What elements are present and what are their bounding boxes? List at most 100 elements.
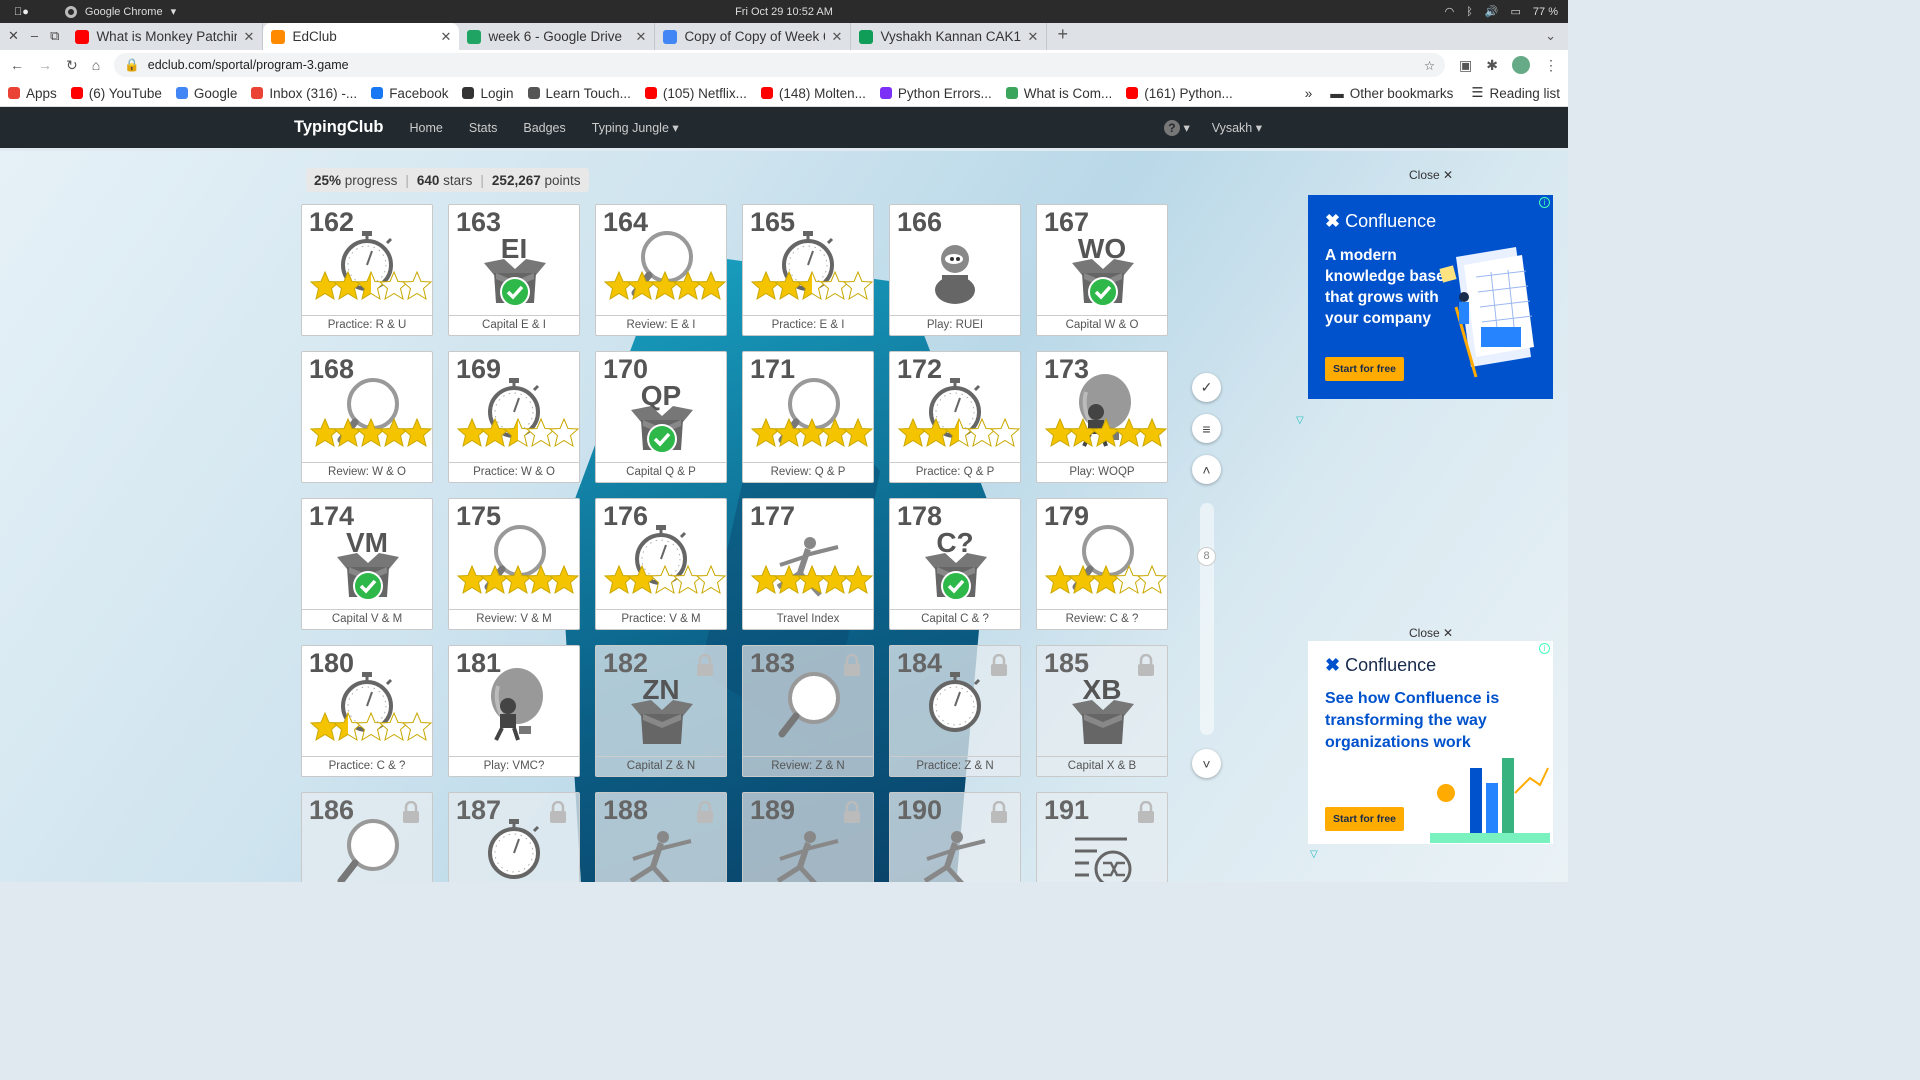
nav-home[interactable]: Home [410, 121, 443, 135]
lesson-card-play[interactable]: 166 Play: RUEI [889, 204, 1021, 336]
bookmark-item[interactable]: (105) Netflix... [644, 86, 747, 101]
lesson-card-review[interactable]: 175 Review: V & M [448, 498, 580, 630]
lesson-card-runner[interactable]: 190 [889, 792, 1021, 882]
scroll-up-button[interactable]: ˄ [1192, 455, 1221, 484]
close-tab-icon[interactable]: ✕ [441, 29, 452, 45]
extensions-puzzle-icon[interactable]: ✱ [1486, 57, 1498, 74]
ad-info-icon[interactable]: i [1539, 197, 1550, 208]
forward-icon[interactable]: → [38, 57, 52, 73]
home-icon[interactable]: ⌂ [92, 57, 100, 73]
lesson-card-practice[interactable]: 165 Practice: E & I [742, 204, 874, 336]
bookmark-item[interactable]: (161) Python... [1126, 86, 1233, 101]
minimize-icon[interactable]: – [31, 28, 38, 44]
bookmark-item[interactable]: Inbox (316) -... [251, 86, 357, 101]
browser-tab[interactable]: Copy of Copy of Week 6 ✕ [655, 23, 852, 50]
back-icon[interactable]: ← [10, 57, 24, 73]
lesson-card-review[interactable]: 179 Review: C & ? [1036, 498, 1168, 630]
close-tab-icon[interactable]: ✕ [832, 29, 843, 45]
lesson-card-review[interactable]: 186 [301, 792, 433, 882]
scroll-track[interactable] [1200, 503, 1214, 735]
apple-icon[interactable]: ● [14, 6, 29, 18]
nav-badges[interactable]: Badges [523, 121, 565, 135]
bookmark-item[interactable]: Google [175, 86, 237, 101]
ad-choices-icon[interactable]: ▽ [1296, 415, 1304, 426]
page-indicator[interactable]: 8 [1197, 547, 1216, 566]
bookmark-star-icon[interactable]: ☆ [1424, 58, 1435, 73]
lesson-card-capital[interactable]: 178 C? Capital C & ? [889, 498, 1021, 630]
lock-icon[interactable]: 🔒 [124, 58, 140, 73]
lesson-card-runner[interactable]: 177 Travel Index [742, 498, 874, 630]
ad-cta-button[interactable]: Start for free [1325, 357, 1405, 381]
bookmark-item[interactable]: Facebook [371, 86, 448, 101]
lesson-card-practice[interactable]: 187 [448, 792, 580, 882]
volume-icon[interactable]: 🔊 [1485, 5, 1499, 18]
lesson-card-review[interactable]: 171 Review: Q & P [742, 351, 874, 483]
lesson-card-runner[interactable]: 189 [742, 792, 874, 882]
brand-logo[interactable]: TypingClub [294, 118, 384, 137]
bookmark-item[interactable]: Login [462, 86, 514, 101]
lesson-card-shuffle[interactable]: 191 [1036, 792, 1168, 882]
reading-list[interactable]: ☰ Reading list [1471, 85, 1560, 101]
lesson-card-review[interactable]: 183 Review: Z & N [742, 645, 874, 777]
nav-stats[interactable]: Stats [469, 121, 498, 135]
lesson-card-practice[interactable]: 176 Practice: V & M [595, 498, 727, 630]
reload-icon[interactable]: ↻ [66, 57, 78, 74]
tab-search-icon[interactable]: ⌄ [1533, 28, 1568, 50]
ad-cta-button[interactable]: Start for free [1325, 807, 1405, 831]
browser-tab[interactable]: week 6 - Google Drive ✕ [459, 23, 656, 50]
lesson-card-capital[interactable]: 185 XB Capital X & B [1036, 645, 1168, 777]
goal-check-button[interactable]: ✓ [1192, 373, 1221, 402]
nav-typing-jungle[interactable]: Typing Jungle ▾ [592, 120, 679, 135]
lesson-card-practice[interactable]: 180 Practice: C & ? [301, 645, 433, 777]
help-button[interactable]: ? ▾ [1163, 119, 1190, 136]
ad-confluence[interactable]: i ✖ Confluence See how Confluence is tran… [1308, 641, 1553, 844]
other-bookmarks[interactable]: ▬ Other bookmarks [1330, 86, 1453, 101]
lesson-card-balloon[interactable]: 173 Play: WOQP [1036, 351, 1168, 483]
new-tab-button[interactable]: + [1047, 24, 1078, 50]
lesson-card-balloon[interactable]: 181 Play: VMC? [448, 645, 580, 777]
ad-info-icon[interactable]: i [1539, 643, 1550, 654]
chevron-down-icon[interactable]: ▾ [171, 5, 177, 18]
lesson-card-capital[interactable]: 167 WO Capital W & O [1036, 204, 1168, 336]
close-tab-icon[interactable]: ✕ [636, 29, 647, 45]
ad-choices-icon[interactable]: ▽ [1310, 849, 1318, 860]
bookmark-item[interactable]: (148) Molten... [760, 86, 866, 101]
extension-icon[interactable]: ▣ [1459, 57, 1472, 74]
lesson-card-practice[interactable]: 162 Practice: R & U [301, 204, 433, 336]
close-tab-icon[interactable]: ✕ [1028, 29, 1039, 45]
browser-tab[interactable]: What is Monkey Patching ✕ [67, 23, 264, 50]
url-text[interactable]: edclub.com/sportal/program-3.game [148, 58, 349, 72]
lesson-card-review[interactable]: 168 Review: W & O [301, 351, 433, 483]
lesson-card-runner[interactable]: 188 [595, 792, 727, 882]
browser-tab[interactable]: EdClub ✕ [263, 23, 460, 50]
lesson-card-review[interactable]: 164 Review: E & I [595, 204, 727, 336]
lesson-card-capital[interactable]: 163 EI Capital E & I [448, 204, 580, 336]
close-tab-icon[interactable]: ✕ [244, 29, 255, 45]
bookmark-item[interactable]: (6) YouTube [70, 86, 162, 101]
app-name[interactable]: Google Chrome [85, 6, 163, 18]
wifi-icon[interactable]: ◠ [1445, 5, 1455, 18]
bookmark-item[interactable]: Apps [8, 86, 57, 101]
lesson-card-practice[interactable]: 184 Practice: Z & N [889, 645, 1021, 777]
user-menu[interactable]: Vysakh ▾ [1212, 120, 1262, 135]
close-ad-button[interactable]: Close ✕ [1409, 168, 1453, 182]
lesson-card-practice[interactable]: 169 Practice: W & O [448, 351, 580, 483]
menu-button[interactable]: ≡ [1192, 414, 1221, 443]
lesson-card-capital[interactable]: 174 VM Capital V & M [301, 498, 433, 630]
browser-tab[interactable]: Vyshakh Kannan CAK16 ✕ [851, 23, 1048, 50]
more-bookmarks[interactable]: » [1305, 86, 1313, 101]
menu-kebab-icon[interactable]: ⋮ [1544, 57, 1558, 74]
lesson-card-capital[interactable]: 170 QP Capital Q & P [595, 351, 727, 483]
lesson-card-capital[interactable]: 182 ZN Capital Z & N [595, 645, 727, 777]
restore-icon[interactable]: ⧉ [50, 28, 59, 44]
ad-confluence[interactable]: i ✖ Confluence A modern knowledge base th… [1308, 195, 1553, 399]
battery-icon[interactable]: ▭ [1511, 5, 1521, 18]
profile-avatar[interactable] [1512, 56, 1530, 74]
bookmark-item[interactable]: Python Errors... [879, 86, 992, 101]
lesson-card-practice[interactable]: 172 Practice: Q & P [889, 351, 1021, 483]
close-ad-button[interactable]: Close ✕ [1409, 626, 1453, 640]
scroll-down-button[interactable]: ˅ [1192, 749, 1221, 778]
bluetooth-icon[interactable]: ᛒ [1466, 6, 1473, 18]
bookmark-item[interactable]: What is Com... [1005, 86, 1112, 101]
address-bar[interactable]: 🔒 edclub.com/sportal/program-3.game ☆ [114, 53, 1446, 77]
